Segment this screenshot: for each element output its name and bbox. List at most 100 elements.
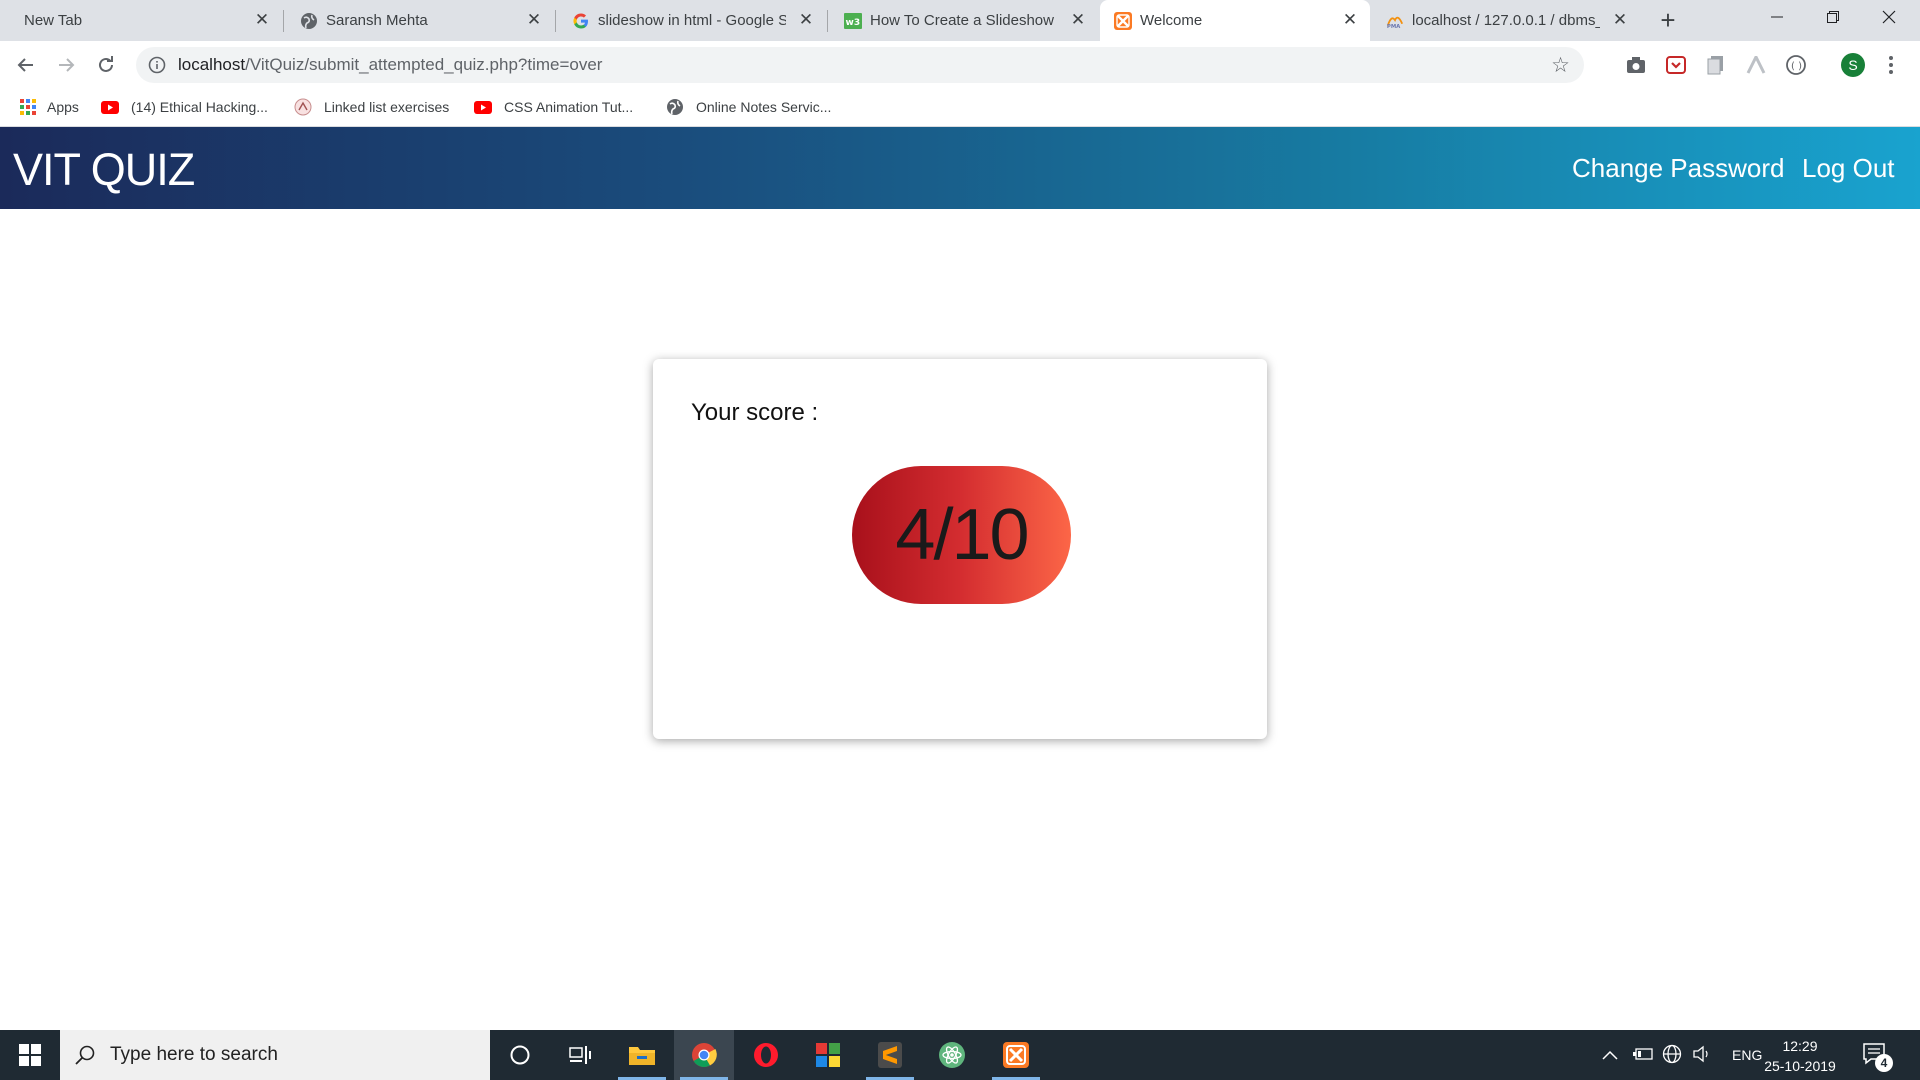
close-icon (1882, 10, 1896, 24)
reload-icon (99, 56, 113, 72)
svg-text:PMA: PMA (1387, 24, 1401, 30)
arrow-right-icon (59, 58, 75, 72)
opera-icon (754, 1043, 778, 1067)
score-badge: 4/10 (852, 466, 1071, 604)
w3schools-icon: w3 (844, 12, 862, 30)
close-window-button[interactable] (1861, 0, 1917, 34)
browser-tab-strip: New Tab ✕ Saransh Mehta ✕ slideshow in h… (0, 0, 1920, 41)
search-placeholder: Type here to search (110, 1044, 278, 1065)
bookmark-label: Online Notes Servic... (696, 99, 832, 115)
windows-taskbar: Type here to search ENG 12:29 25-10-2019… (0, 1030, 1920, 1080)
clock[interactable]: 12:29 25-10-2019 (1760, 1036, 1840, 1076)
opera-button[interactable] (736, 1030, 796, 1080)
phpmyadmin-icon: PMA (1386, 12, 1404, 30)
change-password-link[interactable]: Change Password (1572, 153, 1784, 184)
browser-toolbar: localhost/VitQuiz/submit_attempted_quiz.… (0, 41, 1920, 89)
svg-text:w3: w3 (846, 18, 861, 28)
atom-icon (939, 1042, 965, 1068)
bookmark-online-notes[interactable]: Online Notes Servic... (666, 95, 831, 119)
tab-title: localhost / 127.0.0.1 / dbms_ (1412, 12, 1600, 29)
reload-button[interactable] (92, 51, 120, 79)
tab-close-icon[interactable]: ✕ (796, 10, 816, 30)
youtube-icon (101, 98, 119, 116)
task-view-button[interactable] (550, 1030, 610, 1080)
back-button[interactable] (12, 51, 40, 79)
bookmark-linked-list[interactable]: Linked list exercises (294, 95, 449, 119)
search-icon (75, 1045, 95, 1065)
tab-saransh-mehta[interactable]: Saransh Mehta ✕ (286, 0, 554, 41)
youtube-icon (474, 98, 492, 116)
bookmark-label: Apps (47, 99, 79, 115)
site-title[interactable]: VIT QUIZ (13, 144, 195, 196)
folder-icon (629, 1047, 655, 1065)
restore-icon (1827, 11, 1839, 23)
browser-menu-icon[interactable] (1886, 53, 1896, 77)
globe-icon (666, 98, 684, 116)
tab-title: Welcome (1140, 12, 1203, 29)
site-header: VIT QUIZ Change Password Log Out (0, 127, 1920, 209)
tab-phpmyadmin[interactable]: PMA localhost / 127.0.0.1 / dbms_ ✕ (1372, 0, 1640, 41)
restore-button[interactable] (1805, 0, 1861, 34)
battery-icon[interactable] (1632, 1047, 1654, 1064)
extension-refresh-icon[interactable]: ( ) (1784, 53, 1808, 77)
chrome-button[interactable] (674, 1030, 734, 1080)
atom-button[interactable] (922, 1030, 982, 1080)
log-out-link[interactable]: Log Out (1802, 153, 1895, 184)
bookmark-apps[interactable]: Apps (19, 95, 79, 119)
tab-close-icon[interactable]: ✕ (1610, 10, 1630, 30)
tab-close-icon[interactable]: ✕ (524, 10, 544, 30)
notification-count-badge: 4 (1875, 1054, 1893, 1072)
sublime-text-button[interactable] (860, 1030, 920, 1080)
url-text[interactable]: localhost/VitQuiz/submit_attempted_quiz.… (178, 55, 602, 75)
start-button[interactable] (0, 1030, 60, 1080)
minimize-icon (1771, 16, 1783, 18)
volume-icon[interactable] (1692, 1045, 1714, 1066)
tab-separator (283, 10, 284, 32)
file-explorer-button[interactable] (612, 1030, 672, 1080)
network-globe-icon[interactable] (1662, 1044, 1684, 1067)
bookmark-css-animation[interactable]: CSS Animation Tut... (474, 95, 633, 119)
tab-w3schools-slideshow[interactable]: w3 How To Create a Slideshow ✕ (830, 0, 1098, 41)
clock-time: 12:29 (1782, 1038, 1818, 1054)
chrome-icon (692, 1043, 717, 1068)
svg-text:( ): ( ) (1791, 61, 1802, 72)
bookmark-label: (14) Ethical Hacking... (131, 99, 268, 115)
forward-button[interactable] (52, 51, 80, 79)
xampp-button[interactable] (986, 1030, 1046, 1080)
extension-a-icon[interactable] (1744, 53, 1768, 77)
cortana-button[interactable] (490, 1030, 550, 1080)
extension-docs-icon[interactable] (1704, 53, 1728, 77)
sublime-text-icon (878, 1042, 902, 1068)
taskbar-search-box[interactable]: Type here to search (60, 1030, 490, 1080)
new-tab-button[interactable]: + (1655, 7, 1681, 34)
tab-close-icon[interactable]: ✕ (1068, 10, 1088, 30)
tab-title: How To Create a Slideshow (870, 12, 1054, 29)
site-icon (294, 98, 312, 116)
chevron-up-icon[interactable] (1602, 1047, 1622, 1063)
colored-grid-icon (816, 1043, 840, 1067)
language-indicator[interactable]: ENG (1732, 1047, 1762, 1063)
tab-title: New Tab (24, 12, 83, 29)
tab-close-icon[interactable]: ✕ (252, 10, 272, 30)
tab-separator (555, 10, 556, 32)
url-path: /VitQuiz/submit_attempted_quiz.php?time=… (245, 55, 603, 74)
pocket-icon[interactable] (1664, 53, 1688, 77)
apps-grid-icon (19, 98, 37, 116)
address-bar[interactable]: localhost/VitQuiz/submit_attempted_quiz.… (136, 47, 1584, 83)
clock-date: 25-10-2019 (1764, 1058, 1836, 1074)
minimize-button[interactable] (1749, 0, 1805, 34)
bookmark-star-icon[interactable]: ☆ (1551, 53, 1570, 78)
bookmark-ethical-hacking[interactable]: (14) Ethical Hacking... (101, 95, 268, 119)
profile-avatar[interactable]: S (1841, 53, 1865, 77)
google-icon (572, 12, 590, 30)
url-host: localhost (178, 55, 246, 74)
app-colored-grid-button[interactable] (798, 1030, 858, 1080)
bookmarks-bar: Apps (14) Ethical Hacking... Linked list… (0, 89, 1920, 127)
tab-welcome[interactable]: Welcome ✕ (1100, 0, 1370, 41)
score-card: Your score : 4/10 (653, 359, 1267, 739)
tab-new-tab[interactable]: New Tab ✕ (0, 0, 282, 41)
extension-camera-icon[interactable] (1624, 53, 1648, 77)
info-icon[interactable] (148, 56, 166, 74)
tab-close-icon[interactable]: ✕ (1340, 10, 1360, 30)
tab-google-search[interactable]: slideshow in html - Google S ✕ (558, 0, 826, 41)
